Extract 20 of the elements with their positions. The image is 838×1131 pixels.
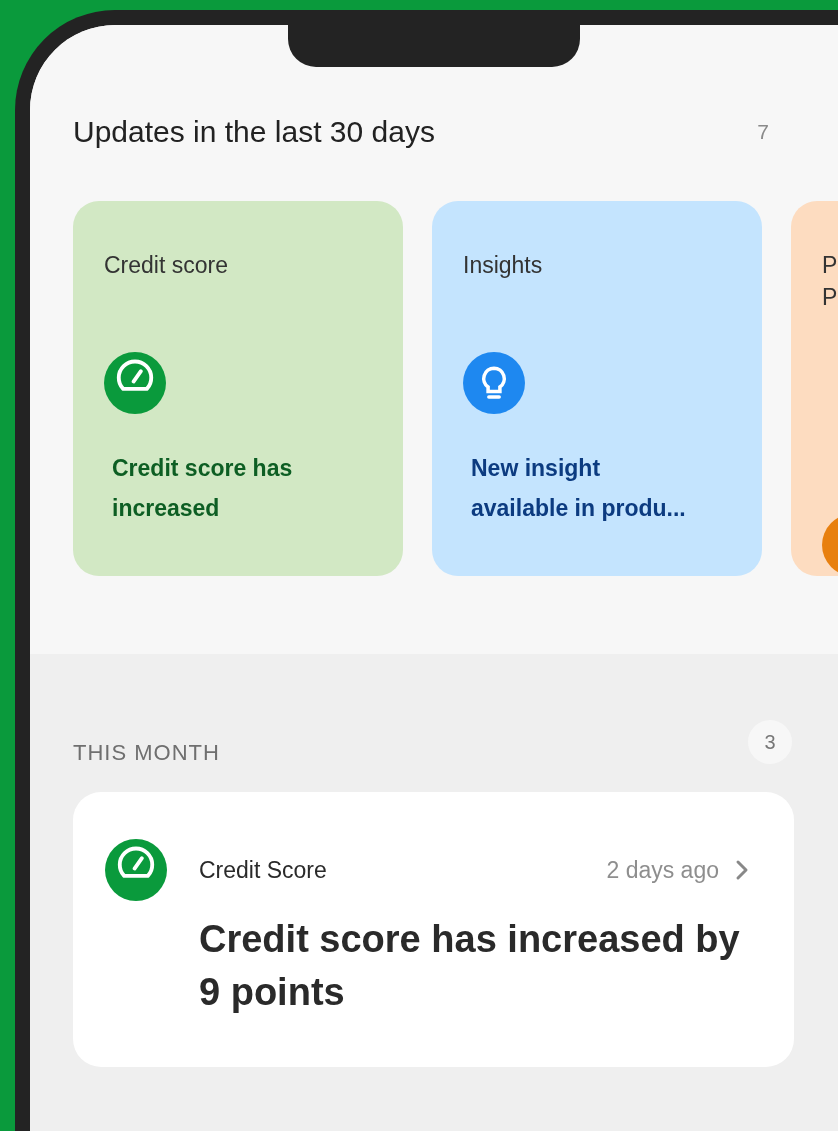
chevron-icon (735, 859, 749, 881)
card-message: available in produ... (471, 494, 687, 523)
section-title: Updates in the last 30 days (73, 115, 435, 149)
card-title: Insights (463, 251, 544, 280)
card-title: P (822, 251, 838, 280)
update-card[interactable]: Insights New insight available in produ... (432, 201, 762, 576)
notification-headline: Credit score has increased by 9 points (199, 917, 741, 1015)
card-title: P (822, 283, 838, 312)
card-message: Credit score has (112, 454, 294, 483)
notification-time: 2 days ago (606, 856, 719, 884)
card-message: increased (112, 494, 221, 523)
notification-category: Credit Score (199, 856, 328, 884)
count-badge: 3 (748, 720, 792, 764)
card-message: New insight (471, 454, 602, 483)
section-heading: THIS MONTH (73, 740, 220, 766)
card-title: Credit score (104, 251, 229, 280)
notification-card[interactable]: Credit Score 2 days ago Credit score has increased by 9 points (73, 792, 794, 1067)
update-count: 7 (756, 120, 770, 144)
update-card[interactable]: P P (791, 201, 838, 576)
update-card[interactable]: Credit score Credit score has increased (73, 201, 403, 576)
